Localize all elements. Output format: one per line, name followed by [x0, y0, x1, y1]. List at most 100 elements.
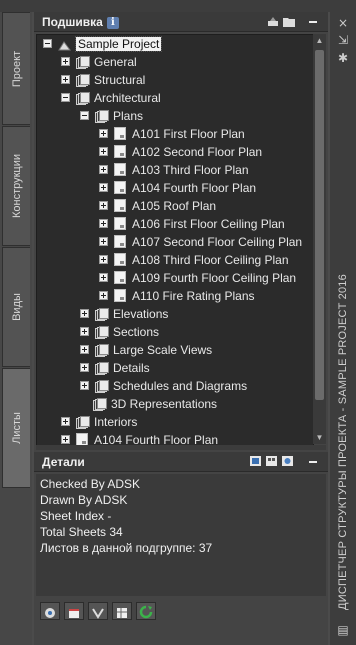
collapse-toggle[interactable] — [61, 93, 70, 103]
expand-toggle[interactable] — [99, 147, 108, 157]
expand-toggle[interactable] — [61, 435, 70, 445]
expand-toggle[interactable] — [99, 237, 108, 247]
collapse-details-icon[interactable] — [307, 456, 319, 467]
subset-icon — [95, 380, 109, 394]
tree-item-large-scale-views[interactable]: Large Scale Views — [80, 341, 212, 359]
tree-item-root[interactable]: Sample Project — [43, 35, 163, 53]
sheet-icon — [114, 127, 126, 141]
tree-item-schedules[interactable]: Schedules and Diagrams — [80, 377, 247, 395]
scroll-thumb[interactable] — [315, 50, 324, 400]
expand-toggle[interactable] — [99, 255, 108, 265]
tree-item-label: A108 Third Floor Ceiling Plan — [132, 253, 289, 267]
sheetset-tool-icon[interactable] — [267, 16, 279, 27]
subset-icon — [95, 110, 109, 124]
tree-item-sheet[interactable]: A105 Roof Plan — [99, 197, 216, 215]
tree-item-interiors[interactable]: Interiors — [61, 413, 137, 431]
details-body: Checked By ADSK Drawn By ADSK Sheet Inde… — [36, 474, 326, 596]
sheet-list-button[interactable] — [64, 602, 84, 620]
expand-toggle[interactable] — [61, 417, 70, 427]
tree-item-plans[interactable]: Plans — [80, 107, 143, 125]
tree-item-label: Details — [113, 361, 150, 375]
tab-views-label: Виды — [10, 293, 23, 321]
folder-icon[interactable] — [283, 16, 295, 27]
properties-gear-icon[interactable]: ✱ — [336, 52, 350, 64]
tree-item-details[interactable]: Details — [80, 359, 150, 377]
tree-item-elevations[interactable]: Elevations — [80, 305, 168, 323]
panel-title: Подшивка i — [42, 15, 119, 29]
expand-toggle[interactable] — [99, 273, 108, 283]
tree-item-label: Interiors — [94, 415, 138, 429]
tree-item-label: Architectural — [94, 91, 161, 105]
sheet-icon — [114, 253, 126, 267]
collapse-toggle[interactable] — [80, 111, 89, 121]
tree-item-sheet[interactable]: A104 Fourth Floor Plan — [99, 179, 256, 197]
tree-item-sheet[interactable]: A110 Fire Rating Plans — [99, 287, 255, 305]
tab-views[interactable]: Виды — [2, 247, 30, 367]
preview-icon[interactable] — [250, 456, 261, 466]
publish-button[interactable] — [40, 602, 60, 620]
plot-button[interactable] — [88, 602, 108, 620]
tree-item-sheet[interactable]: A109 Fourth Floor Ceiling Plan — [99, 269, 296, 287]
sheet-icon — [114, 289, 126, 303]
info-icon[interactable]: i — [106, 16, 119, 29]
expand-toggle[interactable] — [99, 219, 108, 229]
tree-scrollbar[interactable]: ▲ ▼ — [313, 34, 326, 444]
sheet-icon — [114, 235, 126, 249]
settings-icon[interactable] — [282, 456, 293, 466]
expand-toggle[interactable] — [80, 309, 89, 319]
expand-toggle[interactable] — [99, 183, 108, 193]
tree-item-label: A107 Second Floor Ceiling Plan — [132, 235, 303, 249]
tab-project[interactable]: Проект — [2, 12, 30, 125]
expand-toggle[interactable] — [80, 345, 89, 355]
auto-hide-icon[interactable]: ⇲ — [336, 34, 350, 46]
tree-item-sheet[interactable]: A104 Fourth Floor Plan — [61, 431, 218, 445]
bottom-toolbar — [36, 598, 326, 624]
scroll-down-icon[interactable]: ▼ — [313, 431, 326, 444]
subset-icon — [76, 416, 90, 430]
tab-sheets[interactable]: Листы — [2, 368, 30, 488]
detail-sheet-index: Sheet Index - — [40, 509, 112, 523]
palette-title: ДИСПЕТЧЕР СТРУКТУРЫ ПРОЕКТА - SAMPLE PRO… — [337, 274, 349, 610]
refresh-button[interactable] — [136, 602, 156, 620]
tree-item-architectural[interactable]: Architectural — [61, 89, 161, 107]
table-button[interactable] — [112, 602, 132, 620]
tree-item-label: A106 First Floor Ceiling Plan — [132, 217, 285, 231]
tree-item-label: Elevations — [113, 307, 169, 321]
subset-icon — [95, 326, 109, 340]
view-mode-icon[interactable] — [266, 456, 277, 466]
scroll-up-icon[interactable]: ▲ — [313, 34, 326, 47]
close-icon[interactable]: × — [336, 17, 350, 29]
collapse-toggle[interactable] — [43, 39, 52, 49]
tree-item-general[interactable]: General — [61, 53, 137, 71]
tree-item-sheet[interactable]: A101 First Floor Plan — [99, 125, 245, 143]
tree-item-3d-representations[interactable]: 3D Representations — [93, 395, 217, 413]
palette-menu-icon[interactable]: ▤ — [336, 624, 350, 636]
collapse-icon[interactable] — [307, 16, 319, 27]
tree-item-sheet[interactable]: A106 First Floor Ceiling Plan — [99, 215, 285, 233]
expand-toggle[interactable] — [99, 291, 108, 301]
expand-toggle[interactable] — [61, 75, 70, 85]
tree-item-sheet[interactable]: A108 Third Floor Ceiling Plan — [99, 251, 289, 269]
tree-item-sheet[interactable]: A102 Second Floor Plan — [99, 143, 262, 161]
expand-toggle[interactable] — [80, 327, 89, 337]
expand-toggle[interactable] — [80, 381, 89, 391]
tree-item-sections[interactable]: Sections — [80, 323, 159, 341]
expand-toggle[interactable] — [80, 363, 89, 373]
palette-titlebar[interactable]: × ⇲ ✱ ДИСПЕТЧЕР СТРУКТУРЫ ПРОЕКТА - SAMP… — [330, 12, 356, 645]
expand-toggle[interactable] — [61, 57, 70, 67]
tree-item-sheet[interactable]: A107 Second Floor Ceiling Plan — [99, 233, 302, 251]
expand-toggle[interactable] — [99, 201, 108, 211]
details-header: Детали — [34, 452, 328, 472]
tree-item-sheet[interactable]: A103 Third Floor Plan — [99, 161, 249, 179]
panel-splitter[interactable] — [36, 445, 326, 450]
tab-structures[interactable]: Конструкции — [2, 126, 30, 246]
sheet-tree[interactable]: Sample Project General Structural Archit… — [36, 34, 314, 446]
expand-toggle[interactable] — [99, 165, 108, 175]
tree-item-structural[interactable]: Structural — [61, 71, 145, 89]
sheet-icon — [114, 217, 126, 231]
expand-toggle[interactable] — [99, 129, 108, 139]
subset-icon — [76, 92, 90, 106]
tree-item-label: A105 Roof Plan — [132, 199, 217, 213]
tree-item-label: A101 First Floor Plan — [132, 127, 245, 141]
tree-item-label: Structural — [94, 73, 146, 87]
